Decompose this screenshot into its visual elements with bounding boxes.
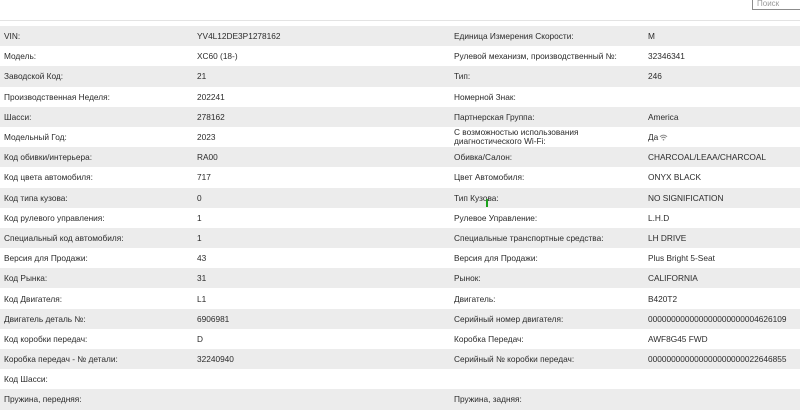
row-value: 717: [197, 172, 211, 183]
row-label: Производственная Неделя:: [4, 91, 110, 102]
row-value: Да: [648, 132, 659, 143]
table-row: Код коробки передач: D Коробка Передач: …: [0, 329, 800, 349]
table-row: Код Шасси:: [0, 369, 800, 389]
row-value: 43: [197, 253, 207, 264]
row-label: Шасси:: [4, 111, 32, 122]
row-value: M: [648, 31, 655, 42]
row-value: 202241: [197, 91, 225, 102]
row-label: Версия для Продажи:: [454, 253, 538, 264]
row-value: 21: [197, 71, 207, 82]
row-label: Модель:: [4, 51, 37, 62]
row-label: Код Рынка:: [4, 273, 48, 284]
table-row: Модель: XC60 (18-) Рулевой механизм, про…: [0, 46, 800, 66]
row-value: 32240940: [197, 354, 234, 365]
row-value: 000000000000000000000004626109: [648, 313, 787, 324]
table-row: Двигатель деталь №: 6906981 Серийный ном…: [0, 308, 800, 329]
row-value: 32346341: [648, 51, 685, 62]
row-label: Рынок:: [454, 273, 481, 284]
row-label: Тип:: [454, 71, 471, 82]
row-value: XC60 (18-): [197, 51, 238, 62]
row-label: Номерной Знак:: [454, 91, 516, 102]
row-label: Двигатель:: [454, 293, 496, 304]
top-bar: [0, 0, 800, 21]
row-label: Единица Измерения Скорости:: [454, 31, 574, 42]
row-label: Коробка передач - № детали:: [4, 354, 118, 365]
row-value: 000000000000000000000022646855: [648, 354, 787, 365]
row-value: 1: [197, 212, 202, 223]
row-label: Цвет Автомобиля:: [454, 172, 525, 183]
row-label: Код цвета автомобиля:: [4, 172, 93, 183]
row-value: NO SIGNIFICATION: [648, 192, 724, 203]
row-label: Серийный № коробки передач:: [454, 354, 575, 365]
row-label: Версия для Продажи:: [4, 253, 88, 264]
table-row: Код цвета автомобиля: 717 Цвет Автомобил…: [0, 167, 800, 187]
row-label: Рулевой механизм, производственный №:: [454, 51, 617, 62]
row-label: Заводской Код:: [4, 71, 64, 82]
row-label: Партнерская Группа:: [454, 111, 535, 122]
row-label: Код типа кузова:: [4, 192, 68, 203]
row-value: 246: [648, 71, 662, 82]
row-value: 6906981: [197, 313, 230, 324]
text-cursor: [486, 199, 488, 207]
table-row: Версия для Продажи: 43 Версия для Продаж…: [0, 248, 800, 268]
row-label: Код обивки/интерьера:: [4, 152, 93, 163]
row-label: Коробка Передач:: [454, 333, 524, 344]
vehicle-info-table: VIN: YV4L12DE3P1278162 Единица Измерения…: [0, 26, 800, 410]
row-label: С возможностью использования диагностиче…: [454, 127, 579, 147]
table-row: Код обивки/интерьера: RA00 Обивка/Салон:…: [0, 147, 800, 168]
row-value: L.H.D: [648, 212, 670, 223]
table-row: Код Двигателя: L1 Двигатель: B420T2: [0, 288, 800, 308]
table-row: Код типа кузова: 0 Тип Кузова: NO SIGNIF…: [0, 187, 800, 208]
row-label: Серийный номер двигателя:: [454, 313, 564, 324]
search-input[interactable]: [752, 0, 800, 10]
table-row: Модельный Год: 2023 С возможностью испол…: [0, 127, 800, 147]
row-value: B420T2: [648, 293, 678, 304]
row-value: 278162: [197, 111, 225, 122]
row-label: Двигатель деталь №:: [4, 313, 86, 324]
table-row: Производственная Неделя: 202241 Номерной…: [0, 87, 800, 107]
row-value: CALIFORNIA: [648, 273, 698, 284]
row-label: VIN:: [4, 31, 21, 42]
row-value: ONYX BLACK: [648, 172, 702, 183]
table-row: VIN: YV4L12DE3P1278162 Единица Измерения…: [0, 26, 800, 47]
row-label: Специальный код автомобиля:: [4, 232, 124, 243]
row-label: Код рулевого управления:: [4, 212, 105, 223]
row-label: Специальные транспортные средства:: [454, 232, 604, 243]
table-row: Коробка передач - № детали: 32240940 Сер…: [0, 349, 800, 370]
row-label: Рулевое Управление:: [454, 212, 538, 223]
row-label: Код коробки передач:: [4, 333, 88, 344]
table-row: Шасси: 278162 Партнерская Группа: Americ…: [0, 106, 800, 127]
row-value: America: [648, 111, 679, 122]
row-value: 0: [197, 192, 202, 203]
row-label: Модельный Год:: [4, 132, 67, 143]
row-value: 31: [197, 273, 207, 284]
row-value: 2023: [197, 132, 216, 143]
row-label: Код Двигателя:: [4, 293, 63, 304]
row-value: RA00: [197, 152, 218, 163]
row-value: 1: [197, 232, 202, 243]
row-label: Обивка/Салон:: [454, 152, 513, 163]
table-row: Специальный код автомобиля: 1 Специальны…: [0, 227, 800, 249]
table-row: Код рулевого управления: 1 Рулевое Управ…: [0, 208, 800, 228]
row-value: L1: [197, 293, 207, 304]
row-value: CHARCOAL/LEAA/CHARCOAL: [648, 152, 767, 163]
row-value: Plus Bright 5-Seat: [648, 253, 715, 264]
row-value: AWF8G45 FWD: [648, 333, 708, 344]
row-label: Код Шасси:: [4, 374, 48, 385]
row-value: LH DRIVE: [648, 232, 687, 243]
row-value: D: [197, 333, 203, 344]
row-label: Тип Кузова:: [454, 192, 499, 203]
row-value: YV4L12DE3P1278162: [197, 31, 281, 42]
table-row: Код Рынка: 31 Рынок: CALIFORNIA: [0, 268, 800, 289]
wifi-value: Да: [648, 127, 668, 147]
wifi-icon: [659, 134, 668, 141]
table-row: Заводской Код: 21 Тип: 246: [0, 66, 800, 87]
